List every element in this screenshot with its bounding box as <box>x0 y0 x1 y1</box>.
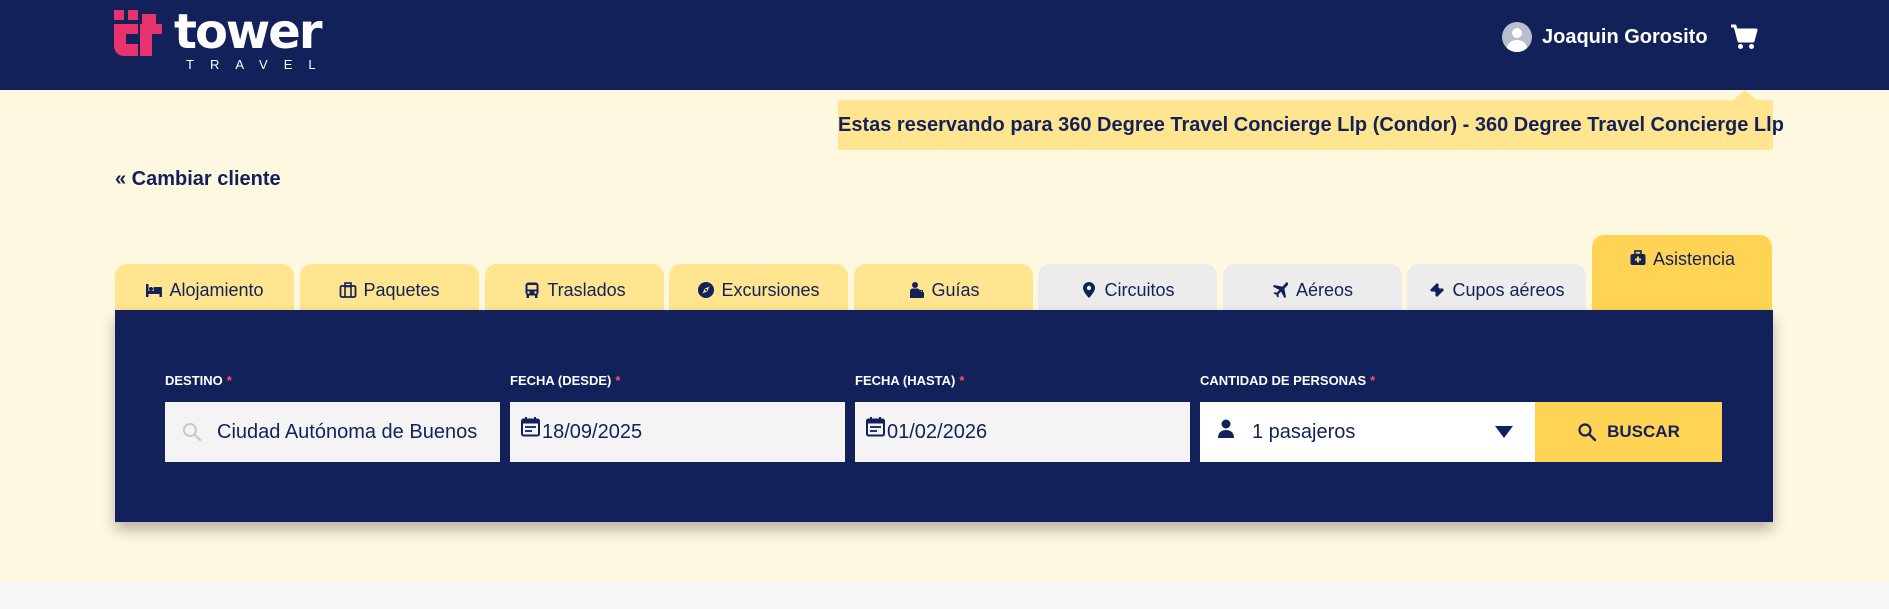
tab-label: Cupos aéreos <box>1452 279 1565 300</box>
tab-cupos-aereos[interactable]: Cupos aéreos <box>1407 264 1586 310</box>
destino-label: DESTINO * <box>165 373 232 389</box>
required-mark: * <box>1370 373 1376 388</box>
tower-travel-logo[interactable]: tower TRAVEL <box>114 6 324 72</box>
fecha-hasta-input[interactable]: 01/02/2026 <box>855 402 1190 462</box>
search-icon <box>181 421 203 443</box>
tab-label: Excursiones <box>721 279 820 300</box>
required-mark: * <box>959 373 965 388</box>
guide-icon <box>907 281 925 299</box>
tab-asistencia[interactable]: Asistencia <box>1592 235 1772 310</box>
service-tabs: Alojamiento Paquetes Traslados Excursion… <box>115 235 1773 310</box>
search-panel: DESTINO * Ciudad Autónoma de Buenos FECHA… <box>115 310 1773 522</box>
tab-label: Aéreos <box>1295 279 1354 300</box>
personas-select[interactable]: 1 pasajeros <box>1200 402 1535 462</box>
destino-input[interactable]: Ciudad Autónoma de Buenos <box>165 402 500 462</box>
fecha-desde-label-text: FECHA (DESDE) <box>510 373 612 388</box>
bed-icon <box>145 281 163 299</box>
logo-subtitle: TRAVEL <box>186 57 332 72</box>
main-content: Estas reservando para 360 Degree Travel … <box>0 90 1889 582</box>
tab-label: Traslados <box>547 279 626 300</box>
fecha-hasta-label: FECHA (HASTA) * <box>855 373 964 389</box>
search-button-label: BUSCAR <box>1607 422 1680 441</box>
tab-traslados[interactable]: Traslados <box>485 264 664 310</box>
plane-icon <box>1272 281 1290 299</box>
personas-value: 1 pasajeros <box>1252 420 1356 443</box>
calendar-icon <box>865 416 887 438</box>
tab-label: Guías <box>931 279 980 300</box>
personas-label-text: CANTIDAD DE PERSONAS <box>1200 373 1367 388</box>
avatar <box>1502 22 1532 52</box>
chevron-down-icon[interactable] <box>1495 426 1513 438</box>
tab-paquetes[interactable]: Paquetes <box>300 264 479 310</box>
ticket-icon <box>1428 281 1446 299</box>
tab-alojamiento[interactable]: Alojamiento <box>115 264 294 310</box>
search-button[interactable]: BUSCAR <box>1535 402 1722 462</box>
fecha-hasta-label-text: FECHA (HASTA) <box>855 373 956 388</box>
top-header: tower TRAVEL Joaquin Gorosito <box>0 0 1889 90</box>
personas-label: CANTIDAD DE PERSONAS * <box>1200 373 1375 389</box>
change-client-link[interactable]: « Cambiar cliente <box>115 164 281 194</box>
destino-label-text: DESTINO <box>165 373 223 388</box>
suitcase-icon <box>339 281 357 299</box>
person-icon <box>1216 418 1238 440</box>
user-menu[interactable]: Joaquin Gorosito <box>1502 22 1708 52</box>
map-pin-icon <box>1080 281 1098 299</box>
fecha-desde-input[interactable]: 18/09/2025 <box>510 402 845 462</box>
booking-notice: Estas reservando para 360 Degree Travel … <box>838 100 1784 150</box>
tab-aereos[interactable]: Aéreos <box>1223 264 1402 310</box>
search-icon <box>1578 423 1597 442</box>
logo-mark-icon <box>114 10 162 56</box>
calendar-icon <box>520 416 542 438</box>
tab-circuitos[interactable]: Circuitos <box>1038 264 1217 310</box>
bus-icon <box>523 281 541 299</box>
fecha-desde-value: 18/09/2025 <box>542 420 643 443</box>
user-name: Joaquin Gorosito <box>1542 25 1708 48</box>
fecha-desde-label: FECHA (DESDE) * <box>510 373 620 389</box>
fecha-hasta-value: 01/02/2026 <box>887 420 988 443</box>
notice-arrow <box>1733 90 1757 100</box>
cart-icon[interactable] <box>1730 24 1758 50</box>
medical-kit-icon <box>1629 249 1647 267</box>
logo-word: tower <box>174 4 322 60</box>
tab-label: Asistencia <box>1652 249 1736 269</box>
tab-label: Circuitos <box>1104 279 1175 300</box>
tab-guias[interactable]: Guías <box>854 264 1033 310</box>
tab-excursiones[interactable]: Excursiones <box>669 264 848 310</box>
required-mark: * <box>226 373 232 388</box>
compass-icon <box>697 281 715 299</box>
destino-value: Ciudad Autónoma de Buenos <box>217 420 478 443</box>
tab-label: Paquetes <box>363 279 440 300</box>
tab-label: Alojamiento <box>169 279 264 300</box>
required-mark: * <box>615 373 621 388</box>
